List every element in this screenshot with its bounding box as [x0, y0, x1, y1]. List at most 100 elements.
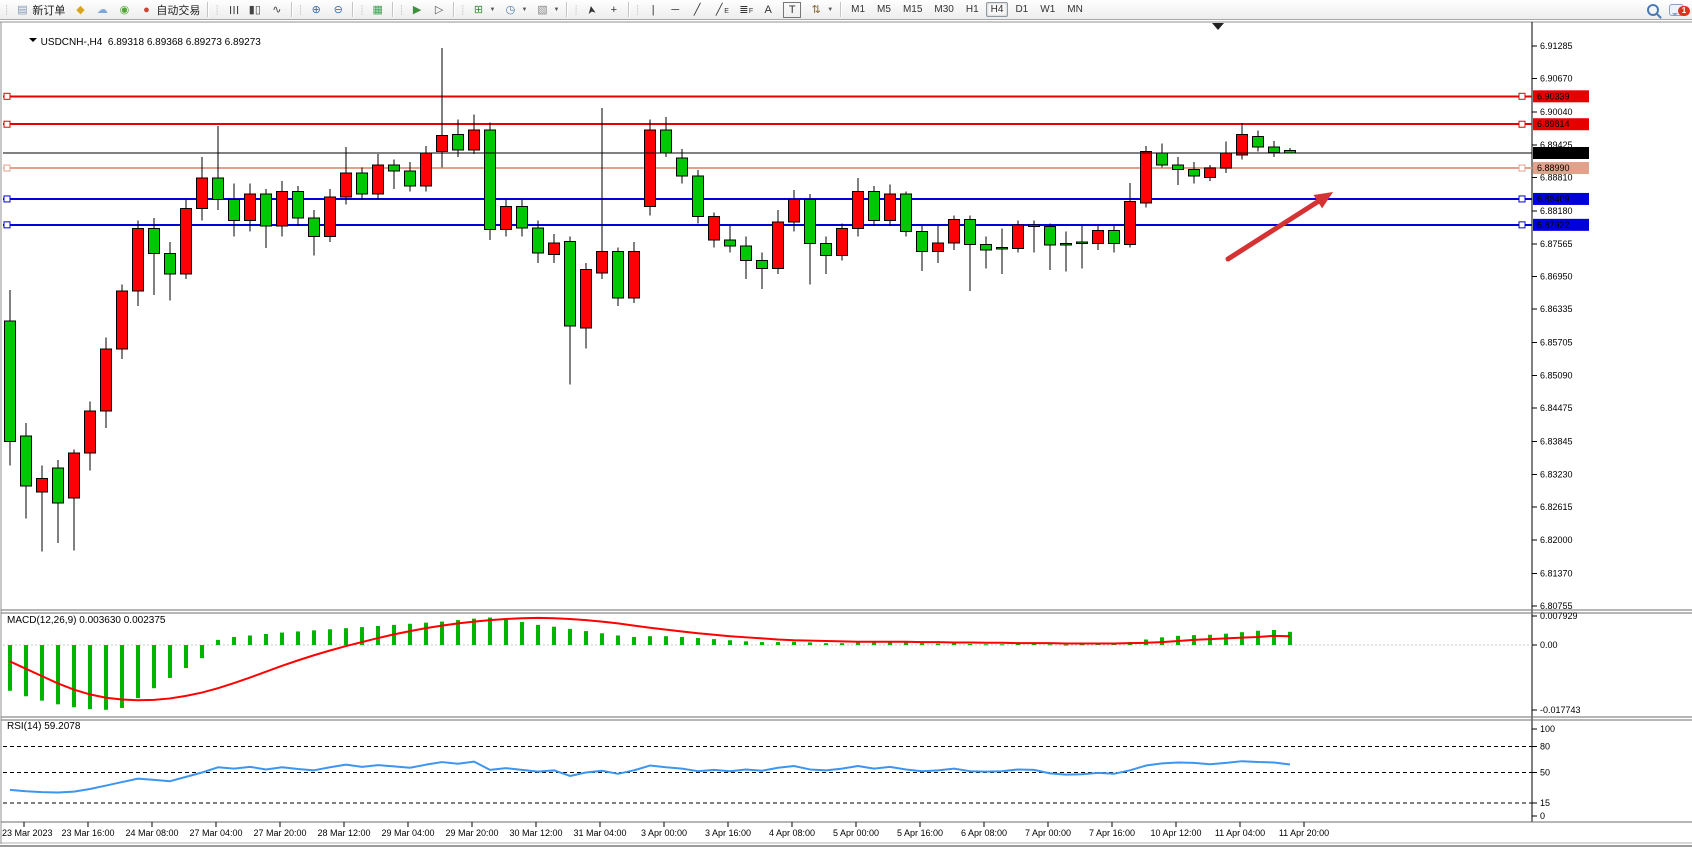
horizontal-line-price-label: 6.90339: [1537, 91, 1570, 101]
vertical-line-button[interactable]: |: [642, 0, 664, 19]
macd-histogram-bar: [904, 642, 908, 645]
time-tick-label: 31 Mar 04:00: [573, 828, 626, 838]
auto-trading-button[interactable]: ●自动交易: [135, 0, 204, 19]
signals-button[interactable]: ◉: [113, 0, 135, 19]
bar-chart-button[interactable]: ☰: [222, 0, 244, 19]
line-handle[interactable]: [4, 121, 10, 127]
macd-histogram-bar: [264, 634, 268, 645]
line-handle[interactable]: [1519, 196, 1525, 202]
toolbar-grip: ┊: [573, 1, 578, 19]
candle-body-down: [757, 261, 768, 269]
candle-body-down: [533, 228, 544, 253]
candle-body-up: [437, 136, 448, 152]
timeframe-button-m5[interactable]: M5: [872, 2, 896, 17]
toolbar-separator: [566, 2, 568, 17]
timeframe-button-m1[interactable]: M1: [846, 2, 870, 17]
chart-ohlc-readout: 6.89318 6.89368 6.89273 6.89273: [108, 37, 261, 48]
horizontal-line-button[interactable]: ─: [664, 0, 686, 19]
auto-scroll-button[interactable]: ▶: [406, 0, 428, 19]
cursor-button[interactable]: ➤: [581, 0, 603, 19]
channel-icon-letter: E: [724, 8, 729, 15]
periods-button[interactable]: ◷▼: [499, 0, 531, 19]
macd-histogram-bar: [872, 642, 876, 645]
time-tick-label: 11 Apr 04:00: [1215, 828, 1265, 838]
timeframe-button-w1[interactable]: W1: [1035, 2, 1060, 17]
timeframe-button-d1[interactable]: D1: [1010, 2, 1033, 17]
new-order-button-label: 新订单: [32, 2, 65, 18]
line-handle[interactable]: [1519, 222, 1525, 228]
timeframe-button-h4[interactable]: H4: [986, 2, 1009, 17]
candle-body-down: [229, 199, 240, 220]
time-tick-label: 6 Apr 08:00: [961, 828, 1007, 838]
new-order-button[interactable]: ▤新订单: [11, 0, 69, 19]
price-tick-label: 6.84475: [1540, 403, 1573, 413]
macd-histogram-bar: [856, 642, 860, 645]
chat-icon[interactable]: 1: [1669, 4, 1684, 16]
zoom-out-icon: ⊖: [331, 3, 345, 17]
text-button[interactable]: A: [757, 0, 779, 19]
line-handle[interactable]: [4, 93, 10, 99]
time-tick-label: 23 Mar 2023: [2, 828, 53, 838]
arrow-annotation-shaft[interactable]: [1228, 202, 1318, 259]
line-handle[interactable]: [1519, 93, 1525, 99]
macd-histogram-bar: [488, 618, 492, 645]
candle-body-down: [1157, 153, 1168, 165]
macd-histogram-bar: [344, 628, 348, 645]
time-tick-label: 29 Mar 04:00: [381, 828, 434, 838]
text-icon: A: [761, 3, 775, 17]
tile-windows-button[interactable]: ▦: [367, 0, 389, 19]
toolbar-grip: ┊: [635, 1, 640, 19]
line-handle[interactable]: [1519, 165, 1525, 171]
price-tick-label: 6.90670: [1540, 74, 1573, 84]
price-chart-svg: 6.912856.906706.900406.894256.888106.881…: [0, 20, 1692, 845]
candlestick-button[interactable]: ▮▯: [244, 0, 266, 19]
candle-body-up: [1013, 225, 1024, 248]
tile-windows-icon: ▦: [371, 3, 385, 17]
indicators-button[interactable]: ⊞▼: [468, 0, 500, 19]
equidistant-channel-button[interactable]: ╱E: [708, 0, 733, 19]
macd-histogram-bar: [216, 640, 220, 645]
candle-body-up: [501, 206, 512, 229]
toolbar-grip: ┊: [399, 1, 404, 19]
time-tick-label: 3 Apr 16:00: [705, 828, 751, 838]
macd-indicator-label: MACD(12,26,9) 0.003630 0.002375: [7, 615, 165, 626]
fibonacci-button[interactable]: ≣F: [733, 0, 757, 19]
candle-body-down: [693, 176, 704, 216]
line-handle[interactable]: [4, 222, 10, 228]
rsi-axis-tick-label: 50: [1540, 768, 1550, 778]
timeframe-button-h1[interactable]: H1: [961, 2, 984, 17]
candle-body-up: [117, 291, 128, 349]
auto-trading-button-label: 自动交易: [156, 2, 200, 18]
price-tick-label: 6.86335: [1540, 304, 1573, 314]
line-chart-button[interactable]: ∿: [266, 0, 288, 19]
zoom-in-button[interactable]: ⊕: [305, 0, 327, 19]
candle-body-down: [965, 220, 976, 245]
zoom-out-button[interactable]: ⊖: [327, 0, 349, 19]
line-handle[interactable]: [1519, 121, 1525, 127]
candle-body-up: [197, 178, 208, 208]
crosshair-button[interactable]: +: [603, 0, 625, 19]
candle-body-down: [389, 165, 400, 171]
chart-shift-button[interactable]: ▷: [428, 0, 450, 19]
chart-collapse-icon[interactable]: [29, 38, 37, 46]
candle-body-down: [997, 247, 1008, 249]
text-label-button[interactable]: T: [779, 0, 805, 19]
timeframe-button-m30[interactable]: M30: [929, 2, 958, 17]
styles-button[interactable]: ◆: [69, 0, 91, 19]
charts-cloud-button[interactable]: ☁: [91, 0, 113, 19]
line-handle[interactable]: [4, 165, 10, 171]
time-tick-label: 5 Apr 16:00: [897, 828, 943, 838]
timeframe-button-mn[interactable]: MN: [1062, 2, 1088, 17]
chevron-down-icon: ▼: [521, 7, 527, 13]
line-handle[interactable]: [4, 196, 10, 202]
candle-body-up: [181, 208, 192, 273]
search-icon[interactable]: [1647, 4, 1659, 16]
macd-axis-tick-label: 0.007929: [1540, 611, 1578, 621]
chart-shift-marker[interactable]: [1212, 23, 1224, 30]
timeframe-button-m15[interactable]: M15: [898, 2, 927, 17]
candle-body-up: [773, 222, 784, 269]
trendline-button[interactable]: ╱: [686, 0, 708, 19]
arrows-button[interactable]: ⇅▼: [805, 0, 837, 19]
templates-button[interactable]: ▧▼: [531, 0, 563, 19]
clock-icon: ◷: [503, 3, 517, 17]
